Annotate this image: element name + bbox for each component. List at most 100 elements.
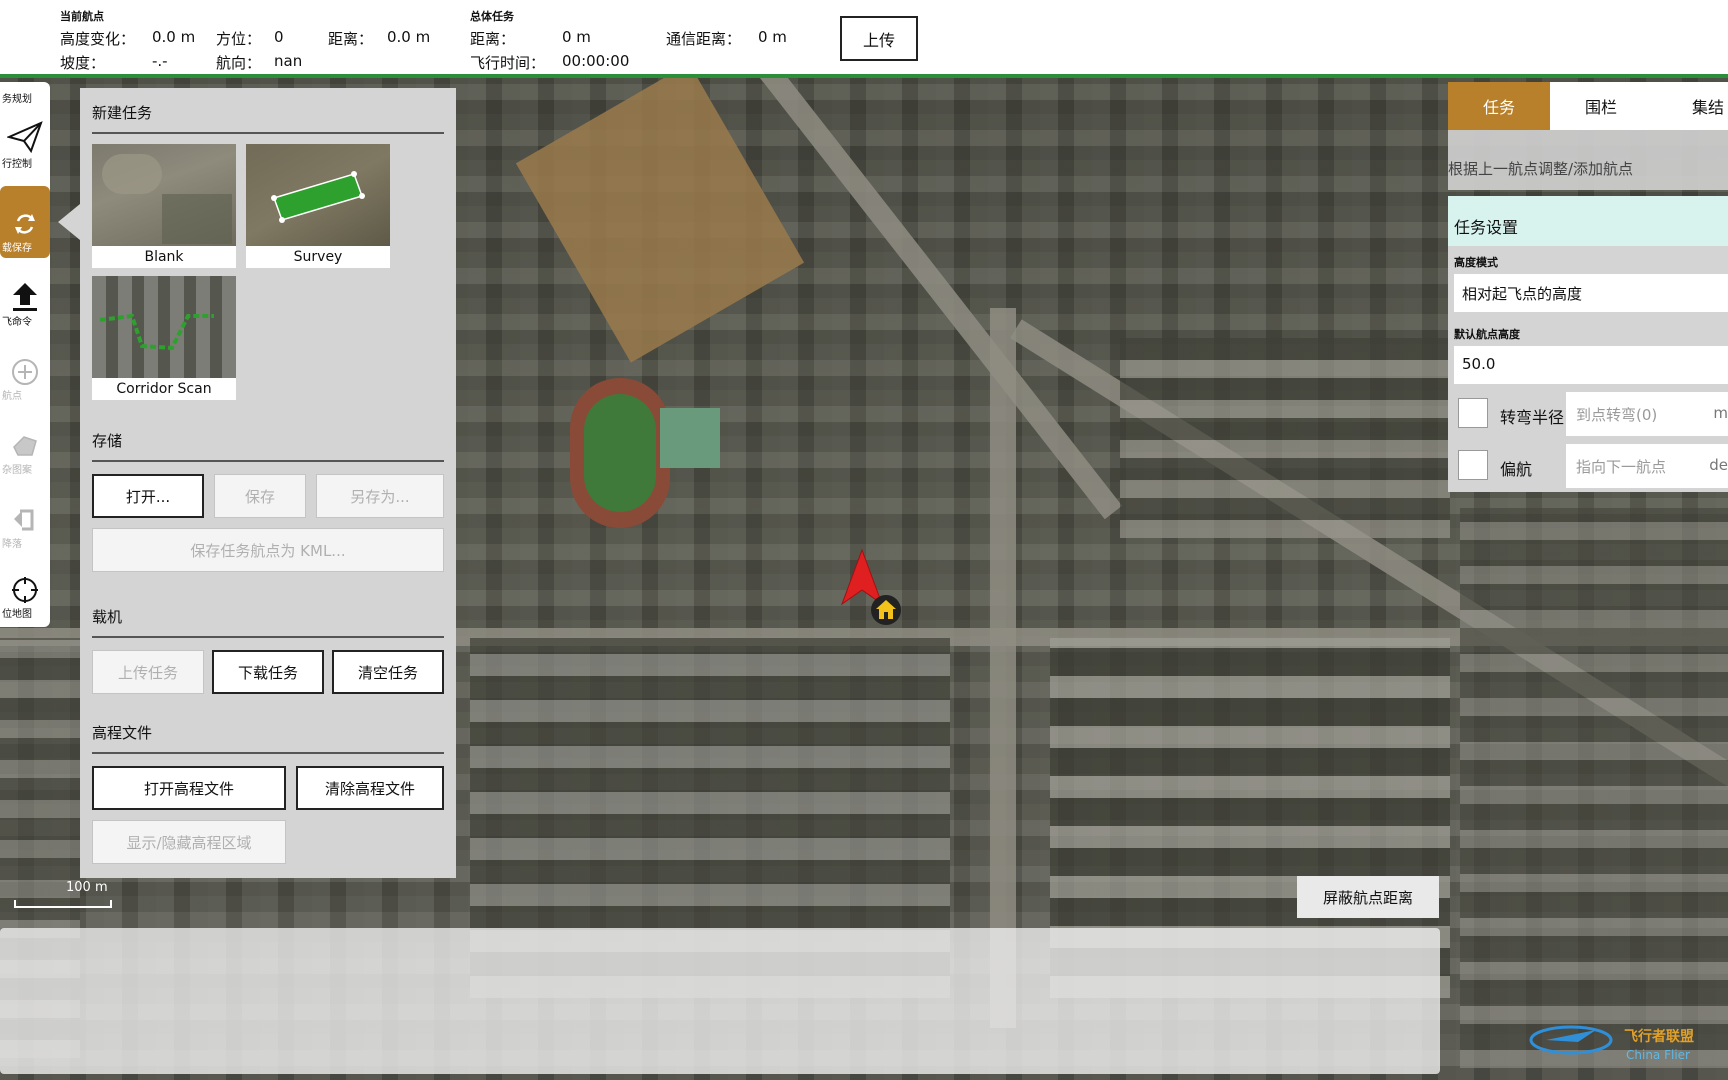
toggle-elevation-button[interactable]: 显示/隐藏高程区域 — [92, 820, 286, 864]
altitude-change-label: 高度变化： — [60, 30, 136, 48]
yaw-label: 偏航 — [1500, 460, 1533, 479]
altitude-change-value: 0.0 m — [152, 28, 196, 46]
flight-time-label: 飞行时间： — [470, 54, 546, 72]
comm-distance-value: 0 m — [758, 28, 787, 46]
plan-tabs: 任务 围栏 集结 — [1448, 82, 1728, 130]
toolbar-item-sync-save[interactable]: 载保存 — [0, 186, 50, 258]
tab-fence[interactable]: 围栏 — [1550, 82, 1652, 130]
turn-radius-placeholder: 到点转弯(0) — [1576, 406, 1658, 424]
default-altitude-label: 默认航点高度 — [1454, 328, 1520, 341]
open-button[interactable]: 打开... — [92, 474, 204, 518]
return-icon — [14, 509, 34, 531]
gradient-value: -.- — [152, 52, 168, 70]
total-distance-label: 距离： — [470, 30, 516, 48]
upload-icon — [13, 283, 37, 311]
survey-thumbnail — [246, 144, 390, 246]
storage-title: 存储 — [92, 432, 123, 450]
watermark-subtext: China Flier — [1626, 1048, 1690, 1062]
adjust-waypoint-hint: 根据上一航点调整/添加航点 — [1448, 130, 1728, 190]
default-altitude-input[interactable]: 50.0 — [1454, 346, 1728, 384]
current-waypoint-title: 当前航点 — [60, 10, 104, 23]
road — [990, 308, 1016, 1028]
divider — [92, 636, 444, 638]
divider — [92, 752, 444, 754]
toolbar-item-flight-control[interactable]: 行控制 — [0, 102, 50, 174]
toolbar-item-pattern[interactable]: 杂图案 — [0, 408, 50, 480]
yaw-input[interactable]: 指向下一航点 de — [1566, 444, 1728, 488]
toolbar-item-label: 航点 — [2, 391, 22, 402]
save-button[interactable]: 保存 — [214, 474, 306, 518]
distance-label: 距离： — [328, 30, 374, 48]
toolbar-item-label: 行控制 — [2, 159, 32, 170]
total-mission-title: 总体任务 — [470, 10, 514, 23]
save-as-button[interactable]: 另存为... — [316, 474, 444, 518]
scale-label: 100 m — [66, 880, 108, 895]
toolbar-item-label: 杂图案 — [2, 465, 32, 476]
watermark-text: 飞行者联盟 — [1624, 1029, 1694, 1045]
turn-radius-unit: m — [1713, 404, 1728, 422]
toolbar-item-label: 载保存 — [2, 243, 32, 254]
toolbar-item-center-map[interactable]: 位地图 — [0, 552, 50, 624]
construction-site — [515, 78, 805, 363]
tile-label: Blank — [144, 249, 184, 265]
telemetry-bar: 当前航点 高度变化： 0.0 m 方位： 0 距离： 0.0 m 坡度： -.-… — [0, 0, 1728, 78]
mission-settings-panel: 任务设置 高度模式 相对起飞点的高度 默认航点高度 50.0 转弯半径 到点转弯… — [1448, 196, 1728, 492]
turn-radius-checkbox[interactable] — [1458, 398, 1488, 428]
elevation-title: 高程文件 — [92, 724, 153, 742]
tab-rally[interactable]: 集结 — [1652, 82, 1728, 130]
distance-value: 0.0 m — [387, 28, 431, 46]
tile-corridor-scan[interactable]: Corridor Scan — [92, 276, 236, 400]
watermark-logo-icon — [1529, 1025, 1613, 1055]
altitude-mode-select[interactable]: 相对起飞点的高度 — [1454, 274, 1728, 312]
yaw-checkbox[interactable] — [1458, 450, 1488, 480]
turn-radius-input[interactable]: 到点转弯(0) m — [1566, 392, 1728, 436]
toolbar-item-label: 位地图 — [2, 609, 32, 620]
save-kml-button[interactable]: 保存任务航点为 KML... — [92, 528, 444, 572]
tile-label: Survey — [293, 249, 343, 265]
hide-waypoint-distance-button[interactable]: 屏蔽航点距离 — [1297, 876, 1439, 918]
corridor-thumbnail — [92, 276, 236, 378]
blank-thumbnail — [92, 144, 236, 246]
azimuth-value: 0 — [274, 28, 284, 46]
vehicle-title: 载机 — [92, 608, 123, 626]
heading-label: 航向： — [216, 54, 262, 72]
download-mission-button[interactable]: 下载任务 — [212, 650, 324, 694]
toolbar-item-land[interactable]: 降落 — [0, 482, 50, 554]
clear-elevation-button[interactable]: 清除高程文件 — [296, 766, 444, 810]
paper-plane-icon — [7, 121, 43, 154]
sync-icon — [15, 214, 35, 234]
comm-distance-label: 通信距离： — [666, 30, 742, 48]
tile-survey[interactable]: Survey — [246, 144, 390, 268]
tab-mission[interactable]: 任务 — [1448, 82, 1550, 130]
bottom-info-panel — [0, 928, 1440, 1074]
tile-label: Corridor Scan — [116, 381, 212, 397]
altitude-mode-label: 高度模式 — [1454, 256, 1498, 269]
toolbar-item-waypoint[interactable]: 航点 — [0, 334, 50, 406]
upload-button[interactable]: 上传 — [840, 16, 918, 61]
gradient-label: 坡度： — [60, 54, 106, 72]
crosshair-icon — [12, 577, 38, 603]
shape-icon — [13, 436, 37, 456]
toolbar-item-takeoff[interactable]: 飞命令 — [0, 260, 50, 332]
tile-blank[interactable]: Blank — [92, 144, 236, 268]
plan-panel: 新建任务 Blank Survey Corridor Scan 存储 打开...… — [80, 88, 456, 878]
divider — [92, 460, 444, 462]
toolbar-item-label: 飞命令 — [2, 317, 32, 328]
toolbar-item-label: 降落 — [2, 539, 22, 550]
new-mission-title: 新建任务 — [92, 104, 153, 122]
turn-radius-label: 转弯半径 — [1500, 408, 1565, 427]
flight-time-value: 00:00:00 — [562, 52, 630, 70]
clear-mission-button[interactable]: 清空任务 — [332, 650, 444, 694]
yaw-unit: de — [1709, 456, 1728, 474]
left-toolbar: 务规划 行控制 载保存 飞命令 航点 杂图案 降落 位地图 — [0, 82, 50, 627]
scale-bar — [14, 900, 112, 908]
panel-pointer — [58, 204, 80, 240]
home-icon[interactable] — [870, 594, 902, 626]
upload-mission-button[interactable]: 上传任务 — [92, 650, 204, 694]
plus-circle-icon — [12, 359, 38, 385]
mission-settings-title[interactable]: 任务设置 — [1448, 196, 1728, 246]
total-distance-value: 0 m — [562, 28, 591, 46]
divider — [92, 132, 444, 134]
azimuth-label: 方位： — [216, 30, 262, 48]
open-elevation-button[interactable]: 打开高程文件 — [92, 766, 286, 810]
